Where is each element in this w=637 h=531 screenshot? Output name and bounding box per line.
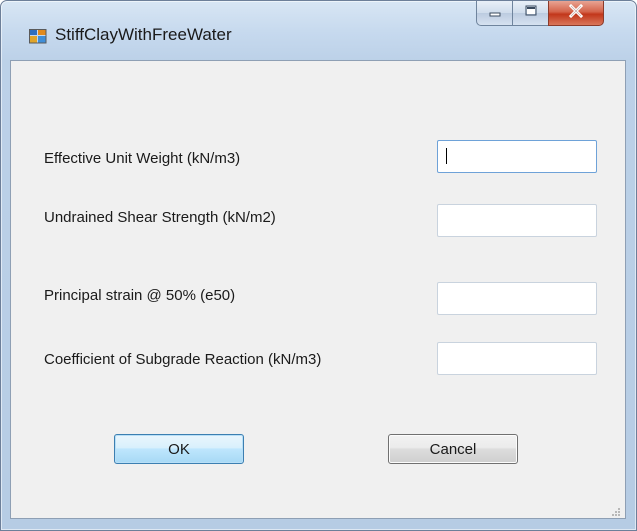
window-controls (476, 1, 604, 26)
cancel-button[interactable]: Cancel (388, 434, 518, 464)
undrained-shear-strength-input[interactable] (437, 204, 597, 237)
app-form-icon[interactable] (29, 28, 47, 44)
principal-strain-label: Principal strain @ 50% (e50) (44, 287, 236, 304)
subgrade-reaction-input[interactable] (437, 342, 597, 375)
effective-unit-weight-label: Effective Unit Weight (kN/m3) (44, 150, 241, 167)
subgrade-reaction-label: Coefficient of Subgrade Reaction (kN/m3) (44, 351, 322, 368)
dialog-window: StiffClayWithFreeWater Effective Unit We… (0, 0, 637, 531)
resize-grip-icon[interactable] (611, 504, 621, 516)
minimize-icon (488, 4, 502, 22)
principal-strain-input[interactable] (437, 282, 597, 315)
close-icon (568, 3, 584, 23)
maximize-icon (524, 4, 538, 22)
ok-button[interactable]: OK (114, 434, 244, 464)
effective-unit-weight-input[interactable] (437, 140, 597, 173)
text-caret (446, 148, 447, 164)
dialog-body: Effective Unit Weight (kN/m3) Undrained … (10, 60, 626, 519)
close-button[interactable] (548, 1, 604, 26)
title-bar[interactable]: StiffClayWithFreeWater (1, 1, 636, 57)
undrained-shear-strength-label: Undrained Shear Strength (kN/m2) (44, 209, 276, 226)
window-title: StiffClayWithFreeWater (55, 25, 232, 44)
maximize-button[interactable] (512, 1, 548, 26)
minimize-button[interactable] (476, 1, 512, 26)
